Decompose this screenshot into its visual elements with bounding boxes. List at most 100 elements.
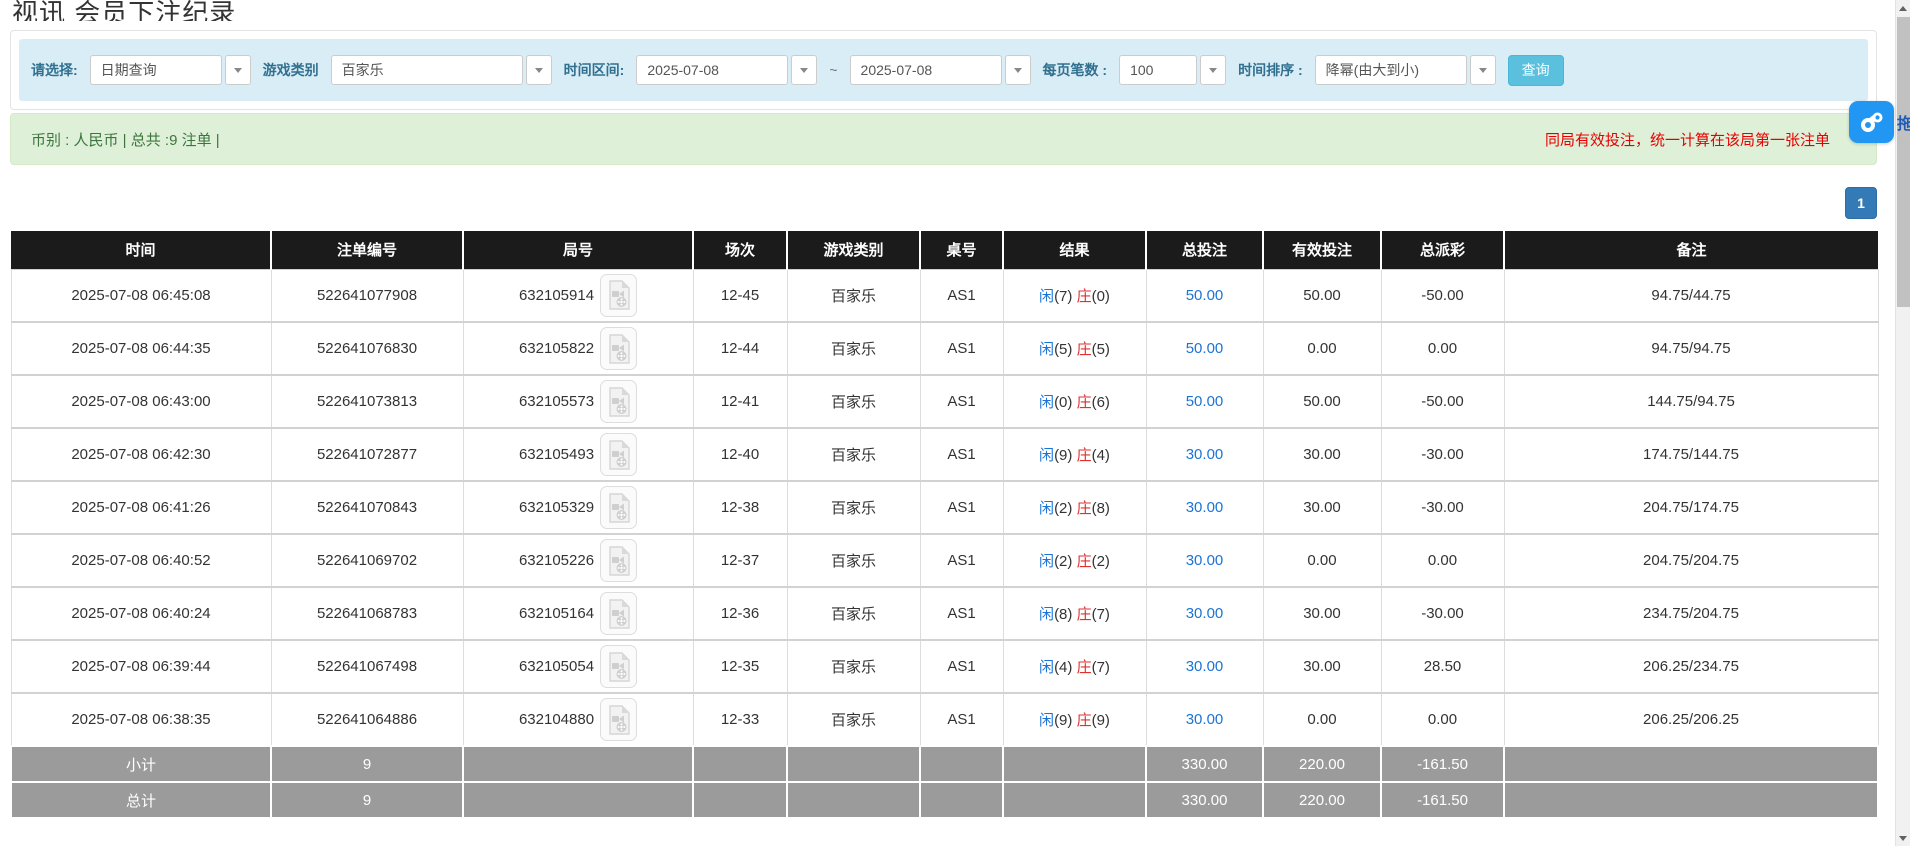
chevron-down-icon: [800, 67, 809, 73]
result-player-points: (7): [1054, 287, 1073, 305]
table-row: 2025-07-08 06:44:35 522641076830 6321058…: [10, 321, 1879, 376]
cell-note: 234.75/204.75: [1503, 586, 1879, 641]
game-type-value[interactable]: 百家乐: [330, 55, 523, 85]
result-banker-points: (0): [1091, 287, 1110, 305]
total-bet-link[interactable]: 50.00: [1186, 287, 1224, 304]
cell-note: 144.75/94.75: [1503, 374, 1879, 429]
page-1-button[interactable]: 1: [1845, 187, 1877, 219]
video-replay-button[interactable]: [600, 486, 638, 529]
cloud-save-button[interactable]: [1849, 101, 1894, 143]
summary-info-bar: 币别 : 人民币 | 总共 :9 注单 | 同局有效投注，统一计算在该局第一张注…: [10, 113, 1877, 165]
total-bet-link[interactable]: 50.00: [1186, 340, 1224, 357]
cell-valid-bet: 30.00: [1262, 480, 1382, 535]
cell-valid-bet: 0.00: [1262, 692, 1382, 747]
drag-handle-label[interactable]: 拖: [1897, 110, 1910, 134]
cell-session: 12-38: [692, 480, 788, 535]
total-bet-link[interactable]: 30.00: [1186, 552, 1224, 569]
game-type-dropdown-button[interactable]: [525, 55, 552, 85]
result-banker-label: 庄: [1076, 712, 1092, 729]
cell-table-no: AS1: [919, 533, 1004, 588]
date-to-value[interactable]: 2025-07-08: [849, 55, 1002, 85]
video-replay-button[interactable]: [600, 592, 638, 635]
cell-table-no: AS1: [919, 692, 1004, 747]
video-replay-button[interactable]: [600, 273, 638, 317]
scrollbar-up-button[interactable]: [1896, 0, 1910, 16]
per-page-value[interactable]: 100: [1119, 55, 1198, 85]
bet-records-table: 时间 注单编号 局号 场次 游戏类别 桌号 结果 总投注 有效投注 总派彩 备注…: [10, 231, 1879, 819]
cell-time: 2025-07-08 06:40:52: [10, 533, 272, 588]
search-button[interactable]: 查询: [1507, 54, 1564, 86]
total-bet-link[interactable]: 30.00: [1186, 658, 1224, 675]
cell-note: 206.25/234.75: [1503, 639, 1879, 694]
time-sort-label: 时间排序 :: [1238, 62, 1303, 78]
result-banker-points: (9): [1091, 712, 1110, 729]
date-to-dropdown-button[interactable]: [1004, 55, 1031, 85]
result-player-label: 闲: [1039, 341, 1055, 358]
query-type-dropdown-button[interactable]: [224, 55, 251, 85]
result-player-points: (5): [1054, 341, 1073, 358]
time-sort-select[interactable]: 降幂(由大到小): [1314, 55, 1496, 85]
scrollbar-down-button[interactable]: [1896, 830, 1910, 846]
summary-payout: -161.50: [1380, 781, 1505, 819]
total-bet-link[interactable]: 30.00: [1186, 499, 1224, 516]
table-body: 2025-07-08 06:45:08 522641077908 6321059…: [10, 268, 1879, 747]
scrollbar-thumb[interactable]: [1897, 17, 1910, 307]
chevron-down-icon: [534, 67, 543, 73]
video-replay-button[interactable]: [600, 698, 638, 741]
total-bet-link[interactable]: 30.00: [1186, 446, 1224, 463]
cell-round-id: 632105493: [462, 427, 694, 482]
video-file-icon: [608, 333, 630, 364]
table-row: 2025-07-08 06:40:24 522641068783 6321051…: [10, 586, 1879, 641]
result-banker-points: (4): [1091, 447, 1110, 464]
per-page-dropdown-button[interactable]: [1200, 55, 1227, 85]
date-from-dropdown-button[interactable]: [791, 55, 818, 85]
table-header-row: 时间 注单编号 局号 场次 游戏类别 桌号 结果 总投注 有效投注 总派彩 备注: [11, 231, 1878, 269]
cell-total-bet: 30.00: [1145, 639, 1264, 694]
cell-result: 闲(7) 庄(0): [1002, 268, 1147, 323]
cell-table-no: AS1: [919, 480, 1004, 535]
cell-table-no: AS1: [919, 321, 1004, 376]
cell-time: 2025-07-08 06:45:08: [10, 268, 272, 323]
video-replay-button[interactable]: [600, 380, 638, 423]
cell-bet-id: 522641077908: [270, 268, 464, 323]
query-type-select[interactable]: 日期查询: [89, 55, 251, 85]
result-banker-points: (7): [1091, 606, 1110, 623]
video-replay-button[interactable]: [600, 645, 638, 688]
cell-session: 12-44: [692, 321, 788, 376]
date-to-select[interactable]: 2025-07-08: [849, 55, 1031, 85]
video-replay-button[interactable]: [600, 327, 638, 370]
date-from-value[interactable]: 2025-07-08: [636, 55, 789, 85]
round-id-text: 632104880: [518, 711, 595, 728]
per-page-select[interactable]: 100: [1119, 55, 1227, 85]
total-bet-link[interactable]: 50.00: [1186, 393, 1224, 410]
result-banker-points: (7): [1091, 659, 1110, 676]
total-bet-link[interactable]: 30.00: [1186, 605, 1224, 622]
result-banker-label: 庄: [1076, 447, 1092, 464]
video-replay-button[interactable]: [600, 539, 638, 582]
cell-time: 2025-07-08 06:42:30: [10, 427, 272, 482]
table-row: 2025-07-08 06:39:44 522641067498 6321050…: [10, 639, 1879, 694]
pagination: 1: [10, 187, 1877, 219]
header-bet-id: 注单编号: [270, 231, 463, 269]
chevron-down-icon: [1013, 67, 1022, 73]
cell-result: 闲(4) 庄(7): [1002, 639, 1147, 694]
result-banker-label: 庄: [1076, 287, 1092, 305]
query-type-value[interactable]: 日期查询: [89, 55, 222, 85]
header-game-type: 游戏类别: [786, 231, 920, 269]
date-from-select[interactable]: 2025-07-08: [636, 55, 818, 85]
time-sort-value[interactable]: 降幂(由大到小): [1314, 55, 1467, 85]
video-file-icon: [608, 598, 630, 629]
time-sort-dropdown-button[interactable]: [1469, 55, 1496, 85]
page-title-container: 视讯 会员下注纪录: [10, 0, 1877, 21]
video-replay-button[interactable]: [600, 433, 638, 476]
per-page-label: 每页笔数 :: [1042, 62, 1108, 78]
round-id-text: 632105914: [518, 286, 595, 304]
game-type-select[interactable]: 百家乐: [330, 55, 552, 85]
cell-bet-id: 522641067498: [270, 639, 464, 694]
cell-payout: 0.00: [1380, 321, 1505, 376]
total-bet-link[interactable]: 30.00: [1186, 711, 1224, 728]
cell-note: 174.75/144.75: [1503, 427, 1879, 482]
round-id-text: 632105054: [518, 658, 595, 675]
cell-game-type: 百家乐: [786, 692, 921, 747]
summary-label: 小计: [10, 745, 272, 783]
